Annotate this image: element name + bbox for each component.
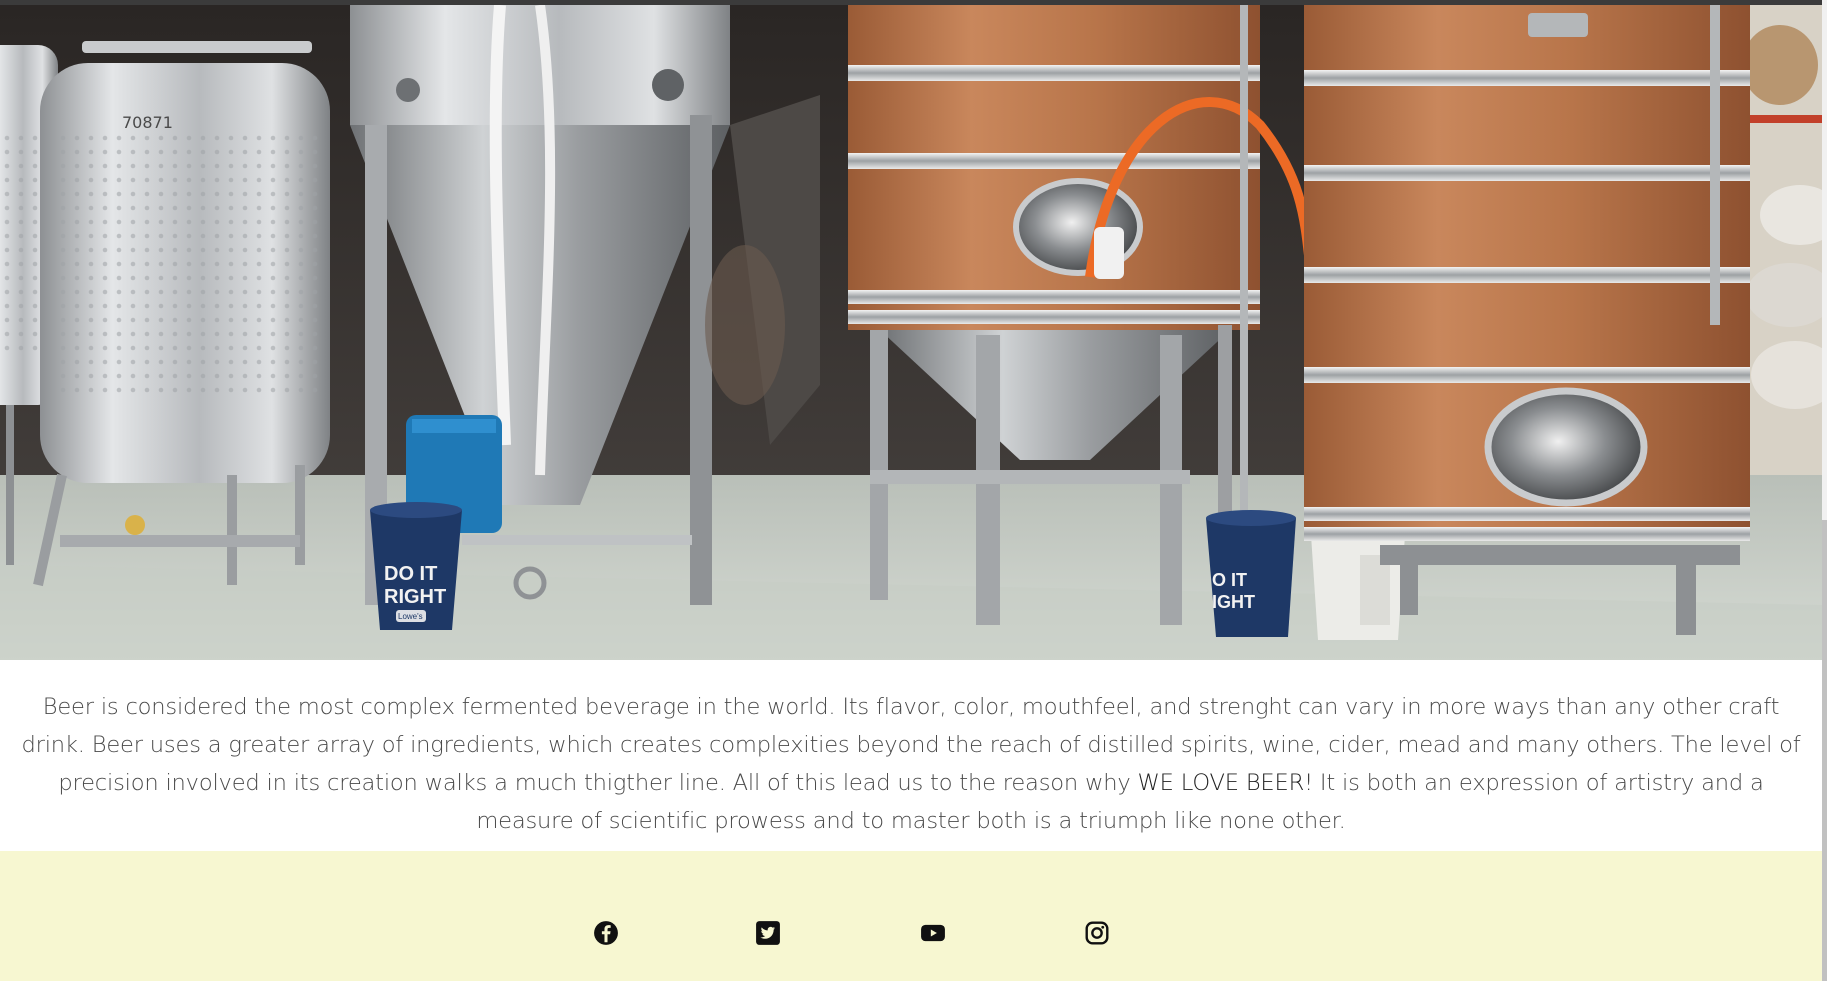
bucket-left-brand: Lowe's <box>398 612 423 621</box>
youtube-link[interactable] <box>919 919 947 947</box>
instagram-link[interactable] <box>1083 919 1111 947</box>
hero-image-brewery-tanks: 70871 DO IT RIGHT Lowe's O IT IGHT <box>0 5 1822 660</box>
intro-emphasis: WE LOVE BEER! <box>1137 770 1314 796</box>
bucket-left-line-2: RIGHT <box>384 586 446 608</box>
facebook-icon <box>594 921 618 945</box>
page: 70871 DO IT RIGHT Lowe's O IT IGHT Beer … <box>0 0 1827 981</box>
scrollbar-thumb[interactable] <box>1822 520 1827 981</box>
intro-paragraph: Beer is considered the most complex ferm… <box>0 676 1822 840</box>
bucket-mid-line-1: O IT <box>1212 570 1247 590</box>
twitter-icon <box>756 921 780 945</box>
footer <box>0 851 1822 981</box>
twitter-link[interactable] <box>754 919 782 947</box>
facebook-link[interactable] <box>592 919 620 947</box>
scrollbar-track[interactable] <box>1822 0 1827 981</box>
instagram-icon <box>1085 921 1109 945</box>
bucket-left-line-1: DO IT <box>384 563 437 585</box>
bucket-mid-line-2: IGHT <box>1212 592 1255 612</box>
tank-number-label: 70871 <box>122 113 173 132</box>
youtube-icon <box>921 924 945 942</box>
